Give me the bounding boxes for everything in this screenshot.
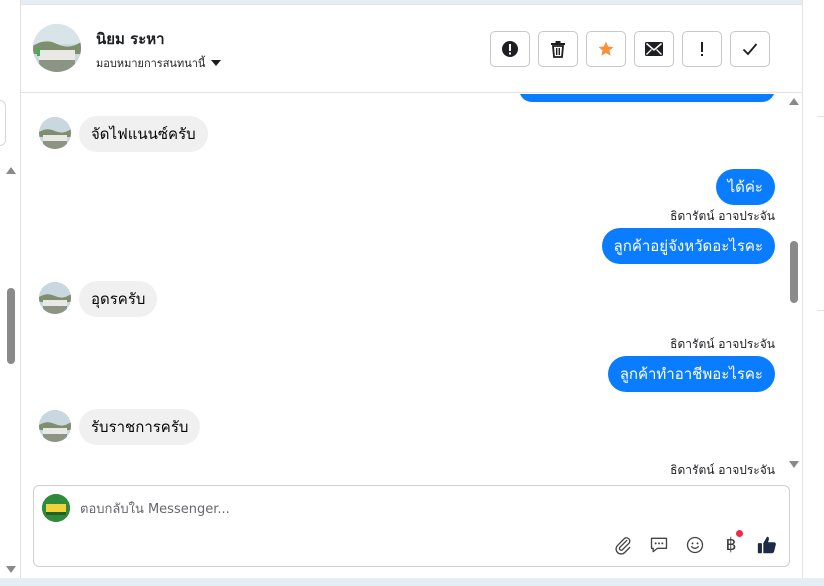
right-panel-edge [802, 0, 824, 578]
sender-name: ธิดารัตน์ อาจประจัน [670, 337, 775, 351]
message-bubble-incoming[interactable]: รับราชการครับ [79, 409, 201, 445]
star-icon [598, 41, 614, 56]
message-list[interactable]: จัดไฟแนนซ์ครับ ได้ค่ะ ธิดารัตน์ อาจประจั… [21, 94, 787, 474]
left-scrollbar-thumb[interactable] [7, 288, 15, 364]
baht-icon: ฿ [725, 535, 737, 555]
delete-button[interactable] [538, 31, 578, 67]
divider [817, 116, 824, 117]
left-scroll-down-arrow[interactable] [6, 566, 16, 573]
exclamation-icon [701, 42, 703, 56]
scroll-up-arrow[interactable] [789, 98, 799, 105]
mark-unread-button[interactable] [634, 31, 674, 67]
contact-avatar-small [39, 117, 71, 149]
paperclip-icon [615, 537, 631, 555]
assign-conversation-dropdown[interactable]: มอบหมายการสนทนานี้ [96, 54, 222, 72]
attach-button[interactable] [611, 533, 635, 557]
message-bubble-outgoing-partial[interactable] [519, 94, 775, 102]
message-scrollbar[interactable] [787, 94, 802, 475]
caret-down-icon [211, 60, 222, 66]
message-bubble-outgoing[interactable]: ลูกค้าทำอาชีพอะไรคะ [607, 356, 775, 392]
contact-name: นิยม ระหา [96, 30, 165, 48]
reply-input[interactable] [80, 498, 720, 520]
trash-icon [551, 41, 565, 58]
contact-avatar-small [39, 282, 71, 314]
follow-up-button[interactable] [682, 31, 722, 67]
contact-avatar[interactable] [33, 24, 81, 72]
assign-label: มอบหมายการสนทนานี้ [96, 57, 206, 70]
sender-name: ธิดารัตน์ อาจประจัน [670, 463, 775, 474]
speech-bubble-icon [650, 537, 668, 553]
conversation-panel: นิยม ระหา มอบหมายการสนทนานี้ จัดไฟแนนซ์ค… [21, 4, 802, 578]
like-button[interactable] [755, 533, 779, 557]
message-bubble-incoming[interactable]: อุดรครับ [79, 281, 158, 317]
reply-composer: ฿ [33, 485, 790, 567]
payment-button[interactable]: ฿ [719, 530, 743, 557]
left-scroll-up-arrow[interactable] [6, 167, 16, 174]
message-bubble-outgoing[interactable]: ได้ค่ะ [715, 169, 775, 205]
left-panel-tab[interactable] [0, 100, 6, 146]
divider [817, 310, 824, 311]
star-button[interactable] [586, 31, 626, 67]
notification-dot [736, 530, 743, 537]
emoji-icon [686, 536, 704, 554]
scroll-down-arrow[interactable] [789, 461, 799, 468]
done-button[interactable] [730, 31, 770, 67]
emoji-button[interactable] [683, 533, 707, 557]
spam-button[interactable] [490, 31, 530, 67]
sender-name: ธิดารัตน์ อาจประจัน [670, 209, 775, 223]
page-avatar [42, 494, 70, 522]
saved-replies-button[interactable] [647, 533, 671, 557]
message-bubble-incoming[interactable]: จัดไฟแนนซ์ครับ [79, 116, 208, 152]
checkmark-icon [742, 43, 758, 56]
message-bubble-outgoing[interactable]: ลูกค้าอยู่จังหวัดอะไรคะ [601, 228, 775, 264]
contact-avatar-small [39, 410, 71, 442]
envelope-icon [645, 42, 663, 56]
scrollbar-thumb[interactable] [790, 241, 798, 303]
exclamation-circle-icon [502, 41, 518, 57]
conversation-header: นิยม ระหา มอบหมายการสนทนานี้ [21, 5, 802, 93]
thumbs-up-icon [757, 536, 776, 554]
left-panel-edge [0, 0, 21, 578]
